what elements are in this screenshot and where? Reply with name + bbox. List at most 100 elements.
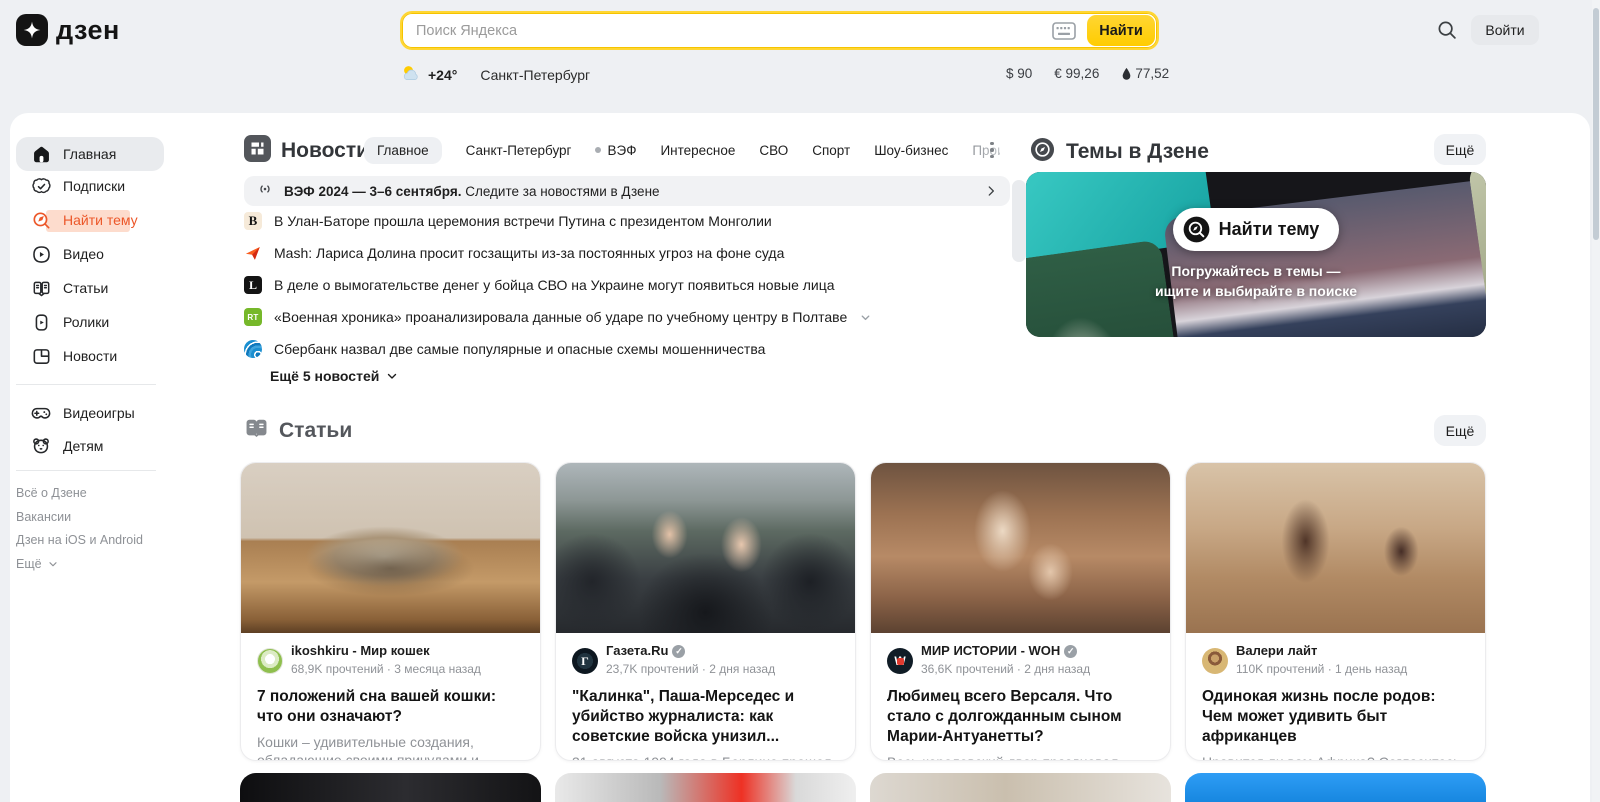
topics-section-title: Темы в Дзене bbox=[1066, 140, 1209, 164]
news-item[interactable]: RT «Военная хроника» проанализировала да… bbox=[244, 304, 1014, 330]
news-item[interactable]: Mash: Лариса Долина просит госзащиты из-… bbox=[244, 240, 1014, 266]
sidebar-item-label: Видеоигры bbox=[63, 405, 135, 421]
avatar[interactable] bbox=[1202, 648, 1228, 674]
dzen-homepage: дзен Найти Войти +24° Санкт-Петербург $ … bbox=[0, 0, 1600, 802]
keyboard-icon[interactable] bbox=[1049, 18, 1079, 44]
subscriptions-icon bbox=[30, 175, 52, 197]
login-button[interactable]: Войти bbox=[1471, 15, 1539, 45]
shorts-icon bbox=[30, 311, 52, 333]
gamepad-icon bbox=[30, 402, 52, 424]
avatar[interactable]: Г bbox=[572, 648, 598, 674]
eur-rate: € 99,26 bbox=[1054, 66, 1099, 81]
weather-widget[interactable]: +24° Санкт-Петербург bbox=[401, 64, 590, 85]
dzen-logo-text: дзен bbox=[56, 15, 120, 46]
compass-icon bbox=[1183, 216, 1210, 243]
article-card[interactable]: Г Газета.Ru✓ 23,7K прочтений · 2 дня наз… bbox=[555, 462, 856, 761]
news-ticker[interactable]: ВЭФ 2024 — 3–6 сентября. Следите за ново… bbox=[244, 176, 1010, 206]
article-title[interactable]: Одинокая жизнь после родов: Чем может уд… bbox=[1202, 687, 1469, 746]
sidebar-item-label: Видео bbox=[63, 246, 104, 262]
sidebar-item-home[interactable]: Главная bbox=[16, 137, 164, 171]
author-name[interactable]: ikoshkiru - Мир кошек bbox=[291, 643, 481, 659]
article-card-partial[interactable] bbox=[555, 773, 856, 802]
article-snippet: 31 августа 1994 года в Берлине прошел «п… bbox=[572, 753, 839, 761]
chevron-down-icon bbox=[385, 369, 399, 383]
rt-source-icon: RT bbox=[244, 308, 262, 326]
banner-subtitle: Погружайтесь в темы — ищите и выбирайте … bbox=[1155, 261, 1357, 302]
news-section-title: Новости bbox=[281, 139, 369, 163]
article-image-africa bbox=[1186, 463, 1485, 633]
tab-dot-icon bbox=[595, 147, 601, 153]
article-snippet: Нравится ли вам Африка? Согласитесь, ест… bbox=[1202, 753, 1469, 761]
avatar[interactable] bbox=[257, 648, 283, 674]
author-name[interactable]: Газета.Ru✓ bbox=[606, 643, 775, 659]
find-topic-banner[interactable]: Найти тему Погружайтесь в темы — ищите и… bbox=[1026, 172, 1486, 337]
avatar[interactable]: W bbox=[887, 648, 913, 674]
sidebar-item-subscriptions[interactable]: Подписки bbox=[16, 171, 164, 201]
article-card[interactable]: Валери лайт 110K прочтений · 1 день наза… bbox=[1185, 462, 1486, 761]
sidebar-item-videogames[interactable]: Видеоигры bbox=[16, 398, 164, 428]
sidebar-item-articles[interactable]: Статьи bbox=[16, 273, 164, 303]
article-meta: 36,6K прочтений · 2 дня назад bbox=[921, 662, 1090, 676]
sidebar-item-shorts[interactable]: Ролики bbox=[16, 307, 164, 337]
news-section-header[interactable]: Новости bbox=[244, 135, 369, 167]
sidebar-item-video[interactable]: Видео bbox=[16, 239, 164, 269]
tab-main[interactable]: Главное bbox=[364, 137, 442, 164]
sberbank-source-icon bbox=[244, 340, 262, 358]
topics-more-button[interactable]: Ещё bbox=[1434, 134, 1486, 165]
video-icon bbox=[30, 243, 52, 265]
search-submit-button[interactable]: Найти bbox=[1087, 15, 1155, 46]
article-title[interactable]: 7 положений сна вашей кошки: что они озн… bbox=[257, 687, 524, 727]
tab-sport[interactable]: Спорт bbox=[812, 143, 850, 158]
more-news-button[interactable]: Ещё 5 новостей bbox=[270, 368, 399, 384]
search-input[interactable] bbox=[402, 13, 1049, 48]
news-tabs-menu-icon[interactable] bbox=[984, 139, 1000, 161]
article-title[interactable]: Любимец всего Версаля. Что стало с долго… bbox=[887, 687, 1154, 746]
chevron-down-icon bbox=[47, 558, 59, 570]
sidebar-divider bbox=[16, 470, 156, 471]
article-title[interactable]: "Калинка", Паша-Мерседес и убийство журн… bbox=[572, 687, 839, 746]
topics-section-header[interactable]: Темы в Дзене bbox=[1030, 137, 1209, 167]
article-card-partial[interactable] bbox=[240, 773, 541, 802]
home-icon bbox=[30, 143, 52, 165]
footer-link-apps[interactable]: Дзен на iOS и Android bbox=[16, 533, 186, 547]
article-card-partial[interactable] bbox=[870, 773, 1171, 802]
article-image-crowd bbox=[556, 463, 855, 633]
article-card-partial[interactable] bbox=[1185, 773, 1486, 802]
verified-badge-icon: ✓ bbox=[672, 645, 685, 658]
search-bar: Найти bbox=[400, 11, 1159, 50]
footer-link-about[interactable]: Всё о Дзене bbox=[16, 486, 186, 500]
tab-vef[interactable]: ВЭФ bbox=[595, 143, 636, 158]
dzen-logo[interactable]: дзен bbox=[16, 14, 120, 46]
sidebar-item-find-topic[interactable]: Найти тему bbox=[16, 205, 164, 235]
news-item[interactable]: Сбербанк назвал две самые популярные и о… bbox=[244, 336, 1014, 362]
news-item[interactable]: L В деле о вымогательстве денег у бойца … bbox=[244, 272, 1014, 298]
article-card[interactable]: W МИР ИСТОРИИ - WOH✓ 36,6K прочтений · 2… bbox=[870, 462, 1171, 761]
mash-source-icon bbox=[244, 244, 262, 262]
carousel-peek bbox=[1012, 180, 1026, 262]
chevron-down-icon[interactable] bbox=[859, 311, 872, 324]
banner-find-topic-button[interactable]: Найти тему bbox=[1173, 208, 1340, 251]
author-name[interactable]: МИР ИСТОРИИ - WOH✓ bbox=[921, 643, 1090, 659]
tab-showbiz[interactable]: Шоу-бизнес bbox=[874, 143, 948, 158]
author-name[interactable]: Валери лайт bbox=[1236, 643, 1407, 659]
scrollbar-thumb[interactable] bbox=[1593, 8, 1599, 240]
vedomosti-source-icon: B bbox=[244, 212, 262, 230]
footer-link-more[interactable]: Ещё bbox=[16, 557, 186, 571]
oil-drop-icon bbox=[1121, 67, 1132, 81]
news-item[interactable]: B В Улан-Баторе прошла церемония встречи… bbox=[244, 208, 1014, 234]
tab-svo[interactable]: СВО bbox=[759, 143, 788, 158]
articles-section-title: Статьи bbox=[279, 419, 352, 443]
ticker-text: ВЭФ 2024 — 3–6 сентября. Следите за ново… bbox=[284, 184, 974, 199]
footer-link-jobs[interactable]: Вакансии bbox=[16, 510, 186, 524]
exchange-rates[interactable]: $ 90 € 99,26 77,52 bbox=[1006, 66, 1169, 81]
sidebar-item-news[interactable]: Новости bbox=[16, 341, 164, 371]
tab-interesting[interactable]: Интересное bbox=[660, 143, 735, 158]
article-card[interactable]: ikoshkiru - Мир кошек 68,9K прочтений · … bbox=[240, 462, 541, 761]
news-tabs: Главное Санкт-Петербург ВЭФ Интересное С… bbox=[364, 135, 1000, 165]
articles-section-header[interactable]: Статьи bbox=[244, 416, 352, 446]
sidebar-item-kids[interactable]: Детям bbox=[16, 431, 164, 461]
header-search-icon[interactable] bbox=[1436, 19, 1458, 46]
tab-spb[interactable]: Санкт-Петербург bbox=[466, 143, 572, 158]
dzen-logo-icon bbox=[16, 14, 48, 46]
articles-more-button[interactable]: Ещё bbox=[1434, 415, 1486, 446]
